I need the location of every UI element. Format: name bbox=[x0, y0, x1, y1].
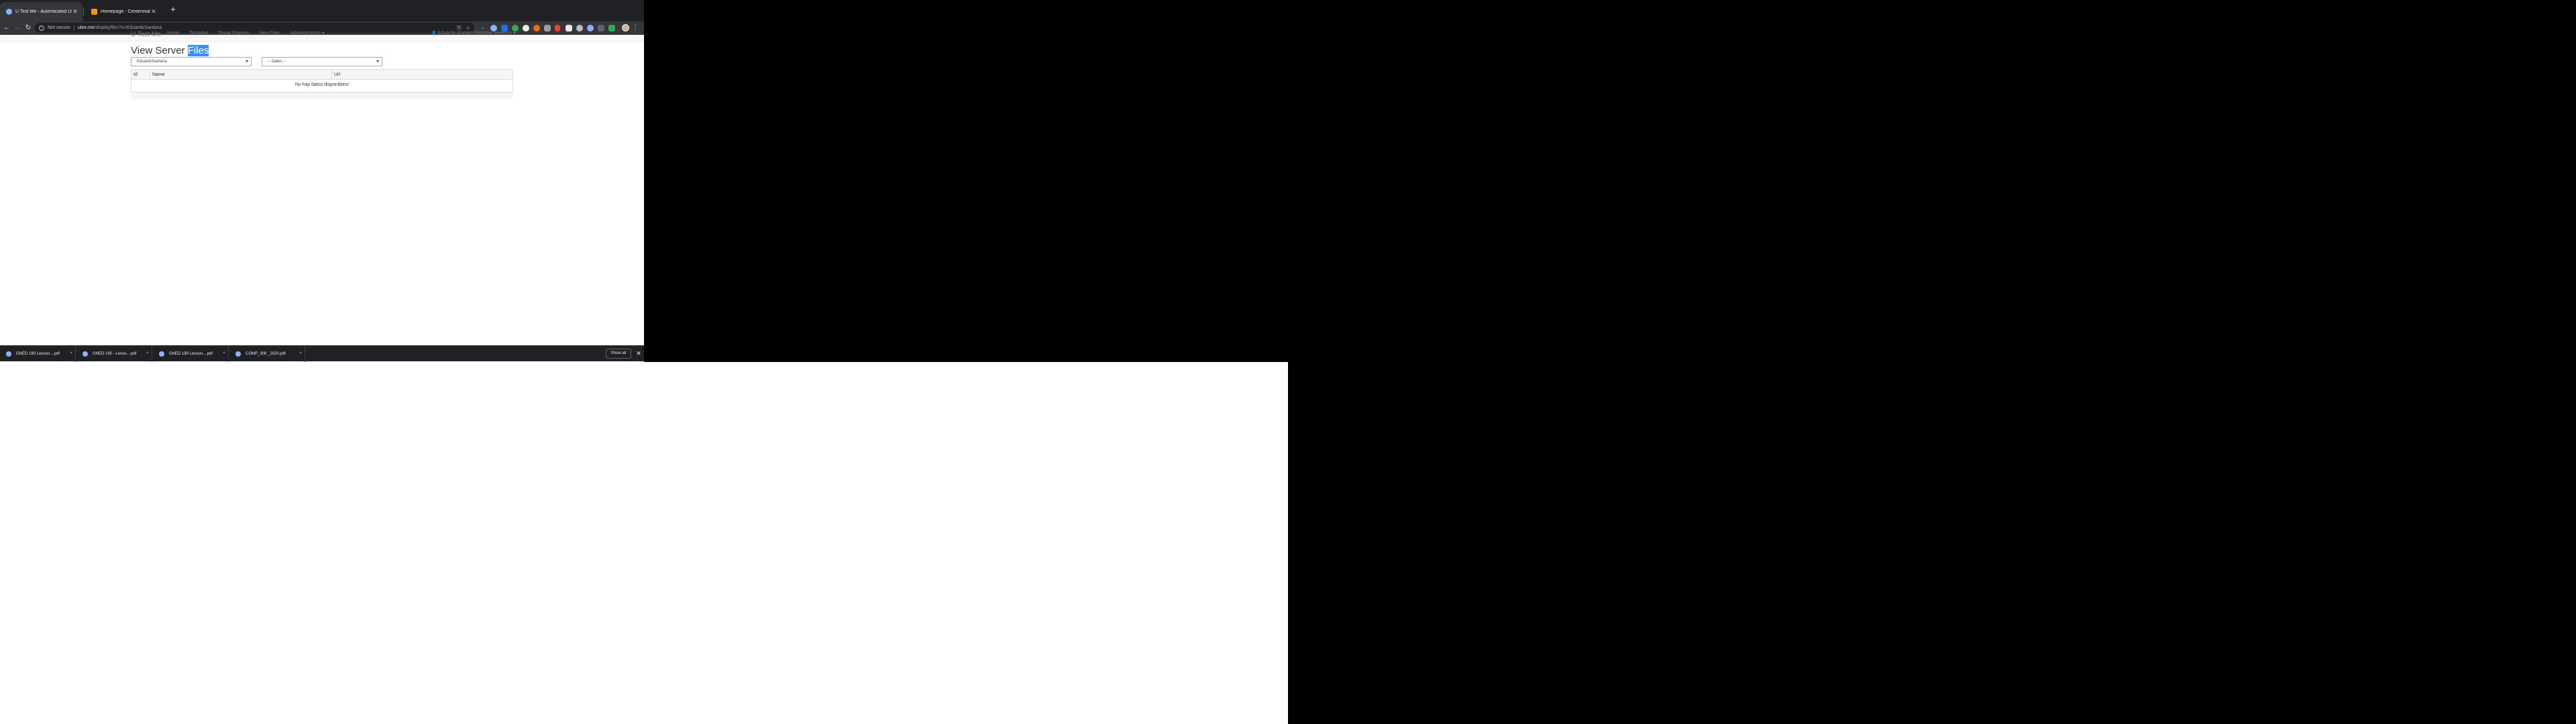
extension-8-icon[interactable] bbox=[566, 25, 572, 32]
url-path: /displayfiles?u=EduardoSantana bbox=[94, 25, 162, 30]
extension-5-icon[interactable] bbox=[533, 25, 540, 32]
extension-4-icon[interactable] bbox=[523, 25, 529, 32]
globe-favicon-icon bbox=[6, 9, 12, 15]
unused-screen-area bbox=[644, 0, 1288, 362]
chrome-file-icon bbox=[6, 351, 11, 357]
extension-6-icon[interactable] bbox=[544, 25, 551, 32]
close-shelf-icon[interactable]: ✕ bbox=[635, 349, 643, 359]
download-filename: GNED 190 Lesson....pdf bbox=[169, 352, 213, 356]
download-filename: GNED 190 - Lesso....pdf bbox=[93, 352, 137, 356]
page-title-selected-text: Files bbox=[187, 45, 209, 56]
grid-footer bbox=[131, 92, 513, 99]
page-content: U Test Me Home Tomados Tomar Examen View… bbox=[0, 31, 644, 345]
extension-10-icon[interactable] bbox=[587, 25, 594, 32]
bookmark-star-icon[interactable]: ☆ bbox=[466, 25, 470, 32]
user-name: Eduardo Amparo Santana Severino bbox=[437, 31, 512, 36]
chrome-file-icon bbox=[83, 351, 88, 357]
caret-down-icon bbox=[321, 32, 325, 34]
download-item[interactable]: COMP_308 _2020.pdf ^ bbox=[229, 346, 305, 362]
new-tab-plus-icon[interactable]: + bbox=[168, 4, 178, 15]
extension-11-icon[interactable] bbox=[598, 25, 604, 32]
chevron-up-icon[interactable]: ^ bbox=[67, 352, 75, 356]
screen: U Test Me - Autenticated User ✕ Homepage… bbox=[0, 0, 1288, 724]
column-name[interactable]: Name bbox=[152, 72, 165, 77]
tab-centennial[interactable]: Homepage - Centennial College ✕ bbox=[85, 2, 161, 21]
extension-7-icon[interactable] bbox=[555, 25, 560, 32]
download-filename: COMP_308 _2020.pdf bbox=[246, 352, 286, 356]
chevron-up-icon[interactable]: ^ bbox=[220, 352, 228, 356]
column-url[interactable]: Url bbox=[334, 72, 340, 77]
brand-link[interactable]: U Test Me bbox=[131, 31, 161, 38]
dates-select[interactable]: -- Dates -- bbox=[262, 57, 382, 66]
tab-close-icon[interactable]: ✕ bbox=[150, 8, 157, 15]
translate-icon[interactable]: ⎘ bbox=[457, 25, 461, 32]
dates-select-value: -- Dates -- bbox=[268, 60, 286, 64]
chevron-up-icon[interactable]: ^ bbox=[144, 352, 152, 356]
omnibox-actions: ⎘ ☆ bbox=[457, 25, 470, 32]
dropdown-arrow-icon bbox=[246, 60, 248, 62]
reload-icon[interactable]: ↻ bbox=[23, 23, 34, 34]
nav-administracion[interactable]: Administracion bbox=[290, 31, 325, 36]
empty-message: No hay datos disponibles! bbox=[294, 82, 350, 87]
extension-dots-icon[interactable] bbox=[482, 27, 484, 29]
shield-extension-icon[interactable] bbox=[608, 25, 615, 32]
navbar-strip bbox=[0, 35, 644, 42]
browser-menu-icon[interactable]: ⋮ bbox=[632, 23, 639, 34]
user-select[interactable]: EduardoSantana bbox=[131, 57, 252, 66]
files-grid: Id Name Url No hay datos disponibles! bbox=[131, 69, 513, 99]
dropdown-arrow-icon bbox=[376, 60, 379, 62]
url-host: utex.me bbox=[77, 25, 95, 30]
address-bar[interactable]: i Not secure utex.me/displayfiles?u=Edua… bbox=[35, 23, 474, 33]
back-icon[interactable]: ← bbox=[1, 23, 12, 34]
centennial-favicon-icon bbox=[91, 9, 97, 15]
nav-administracion-label: Administracion bbox=[290, 31, 321, 36]
show-all-button[interactable]: Show all bbox=[606, 349, 631, 359]
nav-tomados[interactable]: Tomados bbox=[189, 31, 208, 36]
user-icon: 👤 bbox=[431, 32, 437, 36]
tab-close-icon[interactable]: ✕ bbox=[72, 8, 78, 15]
chevron-up-icon[interactable]: ^ bbox=[297, 352, 305, 356]
user-menu[interactable]: 👤 Eduardo Amparo Santana Severino bbox=[431, 31, 516, 36]
tab-title: Homepage - Centennial College bbox=[101, 9, 150, 14]
download-item[interactable]: GNED 190 Lesson....pdf ^ bbox=[0, 346, 76, 362]
column-id[interactable]: Id bbox=[133, 72, 138, 77]
forward-icon[interactable]: → bbox=[12, 23, 23, 34]
tab-separator bbox=[83, 7, 84, 15]
profile-avatar[interactable] bbox=[622, 24, 629, 32]
nav-tomar-examen[interactable]: Tomar Examen bbox=[218, 31, 250, 36]
chrome-file-icon bbox=[235, 351, 241, 357]
tab-title: U Test Me - Autenticated User bbox=[15, 9, 72, 14]
page-title: View Server Files bbox=[131, 45, 209, 56]
caret-down-icon bbox=[513, 32, 516, 34]
chrome-file-icon bbox=[159, 351, 164, 357]
grid-header: Id Name Url bbox=[131, 70, 513, 80]
extension-9-icon[interactable] bbox=[576, 25, 583, 32]
nav-view-files[interactable]: View Files bbox=[258, 31, 280, 36]
security-label: Not secure bbox=[48, 25, 70, 30]
download-item[interactable]: GNED 190 Lesson....pdf ^ bbox=[153, 346, 229, 362]
tab-utestme[interactable]: U Test Me - Autenticated User ✕ bbox=[0, 2, 83, 21]
page-title-text: View Server bbox=[131, 45, 188, 56]
user-select-value: EduardoSantana bbox=[137, 60, 168, 64]
column-divider bbox=[331, 70, 332, 80]
nav-home[interactable]: Home bbox=[167, 31, 180, 36]
download-shelf: GNED 190 Lesson....pdf ^ GNED 190 - Less… bbox=[0, 345, 644, 362]
info-icon[interactable]: i bbox=[39, 25, 44, 31]
download-item[interactable]: GNED 190 - Lesso....pdf ^ bbox=[76, 346, 152, 362]
download-filename: GNED 190 Lesson....pdf bbox=[16, 352, 60, 356]
